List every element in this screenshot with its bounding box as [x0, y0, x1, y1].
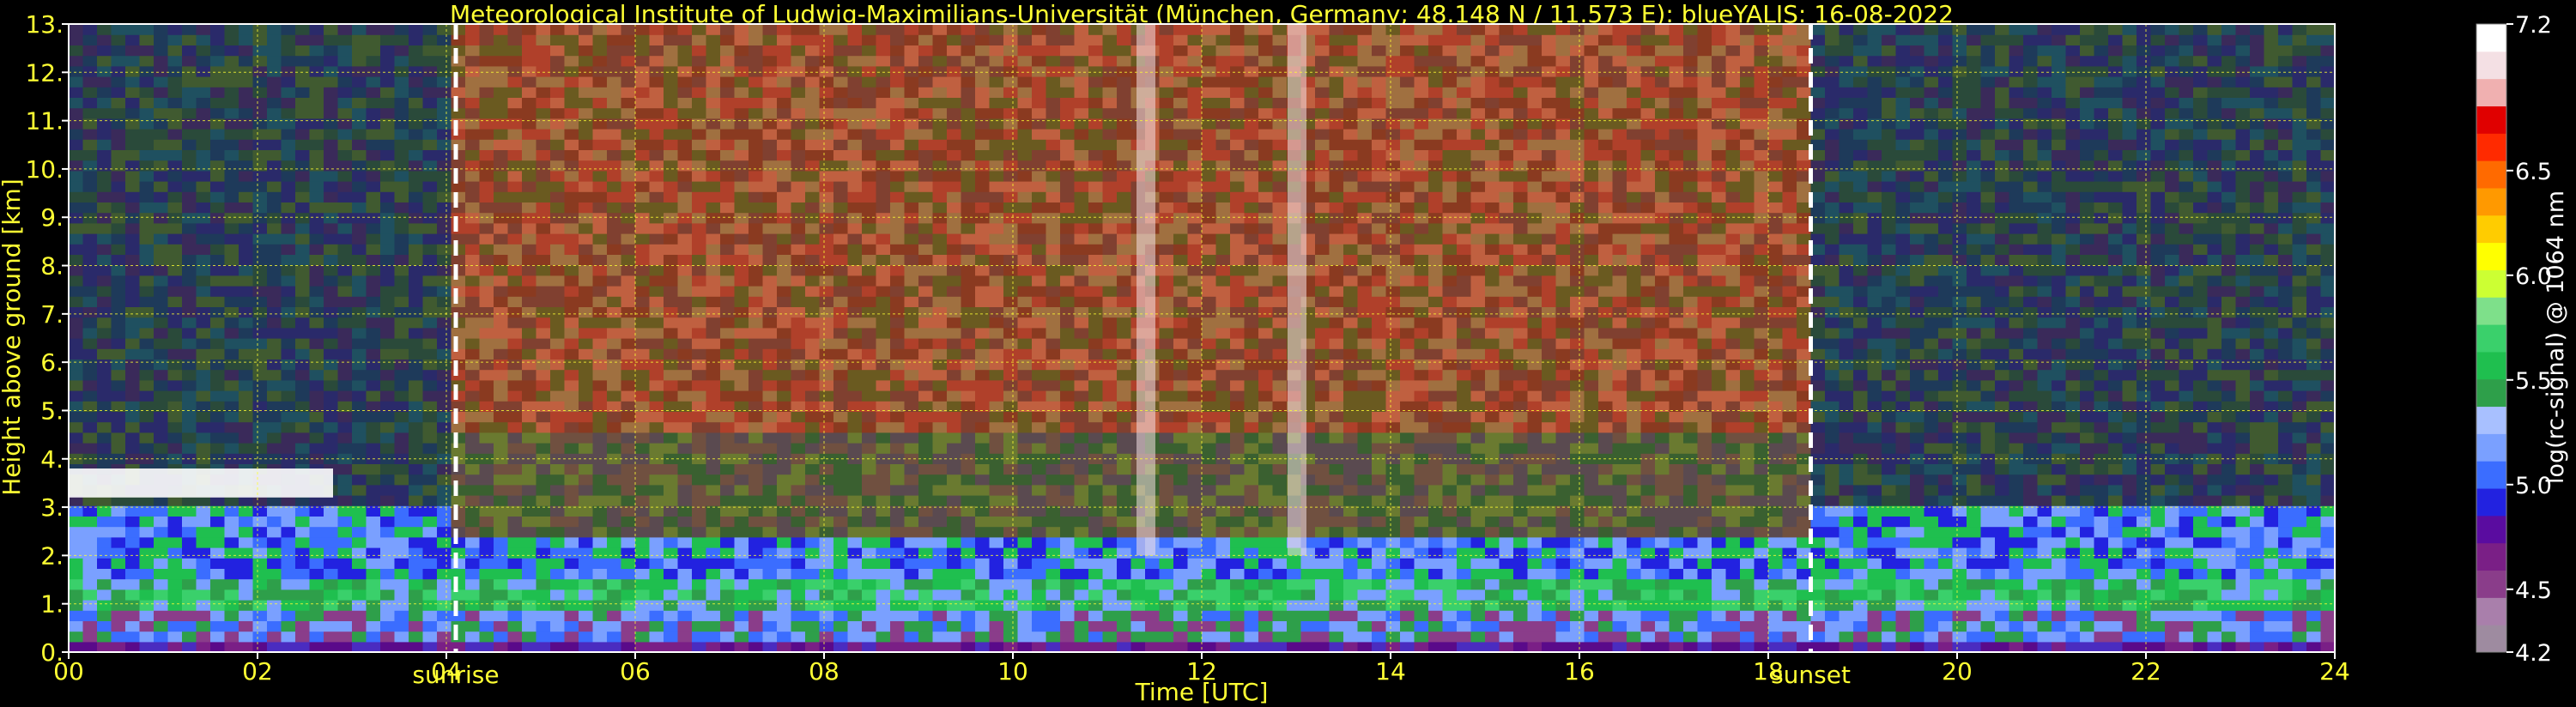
virga-streak: [1136, 24, 1155, 556]
y-tick-label: 8.: [40, 252, 64, 281]
y-tick-label: 5.: [40, 396, 64, 425]
colorbar-segment: [2476, 51, 2506, 80]
y-tick-label: 12.: [25, 58, 64, 87]
colorbar-segment: [2476, 187, 2506, 216]
colorbar-segment: [2476, 597, 2506, 625]
colorbar-tick-label: 7.2: [2515, 12, 2552, 39]
colorbar-segment: [2476, 78, 2506, 106]
colorbar-segment: [2476, 133, 2506, 161]
colorbar-segment: [2476, 406, 2506, 434]
x-tick-label: 14: [1375, 657, 1406, 686]
colorbar-tick-label: 4.2: [2515, 640, 2552, 667]
y-tick-label: 3.: [40, 493, 64, 522]
lidar-chart: Meteorological Institute of Ludwig-Maxim…: [0, 0, 2576, 707]
y-tick-label: 0.: [40, 638, 64, 667]
colorbar-segment: [2476, 515, 2506, 544]
cloud-layer: [69, 468, 333, 498]
colorbar-label: log(rc-signal) @ 1064 nm: [2543, 190, 2569, 484]
colorbar-tick-label: 6.5: [2515, 159, 2552, 185]
colorbar-segment: [2476, 570, 2506, 598]
colorbar-segment: [2476, 378, 2506, 408]
y-tick-label: 4.: [40, 445, 64, 474]
y-tick-label: 10.: [25, 155, 64, 184]
x-tick-label: 24: [2319, 657, 2350, 686]
colorbar-segment: [2476, 106, 2506, 134]
colorbar-segment: [2476, 160, 2506, 189]
colorbar-segment: [2476, 24, 2506, 52]
colorbar-segment: [2476, 488, 2506, 517]
virga-streak: [1288, 24, 1306, 556]
colorbar-segment: [2476, 542, 2506, 571]
colorbar-tick-label: 4.5: [2515, 577, 2552, 604]
colorbar-segment: [2476, 433, 2506, 462]
x-tick-label: 08: [809, 657, 839, 686]
colorbar-segment: [2476, 324, 2506, 353]
y-tick-label: 11.: [25, 107, 64, 136]
y-tick-label: 7.: [40, 300, 64, 329]
colorbar-segment: [2476, 242, 2506, 270]
y-axis-label: Height above ground [km]: [0, 178, 26, 496]
x-tick-label: 22: [2131, 657, 2161, 686]
x-tick-label: 06: [620, 657, 651, 686]
colorbar-segment: [2476, 269, 2506, 298]
x-axis-label: Time [UTC]: [1135, 678, 1269, 706]
colorbar-segment: [2476, 351, 2506, 380]
x-tick-label: 10: [997, 657, 1028, 686]
y-tick-label: 9.: [40, 203, 64, 232]
y-tick-label: 1.: [40, 590, 64, 619]
colorbar-segment: [2476, 461, 2506, 489]
x-tick-label: 20: [1942, 657, 1973, 686]
y-tick-label: 6.: [40, 348, 64, 377]
x-tick-label: 18: [1753, 657, 1784, 686]
x-tick-label: 02: [242, 657, 273, 686]
y-tick-label: 13.: [25, 10, 64, 39]
colorbar-segment: [2476, 215, 2506, 244]
colorbar-segment: [2476, 297, 2506, 325]
colorbar-segment: [2476, 625, 2506, 653]
x-tick-label: 16: [1564, 657, 1595, 686]
y-tick-label: 2.: [40, 541, 64, 570]
x-tick-label: 04: [431, 657, 462, 686]
